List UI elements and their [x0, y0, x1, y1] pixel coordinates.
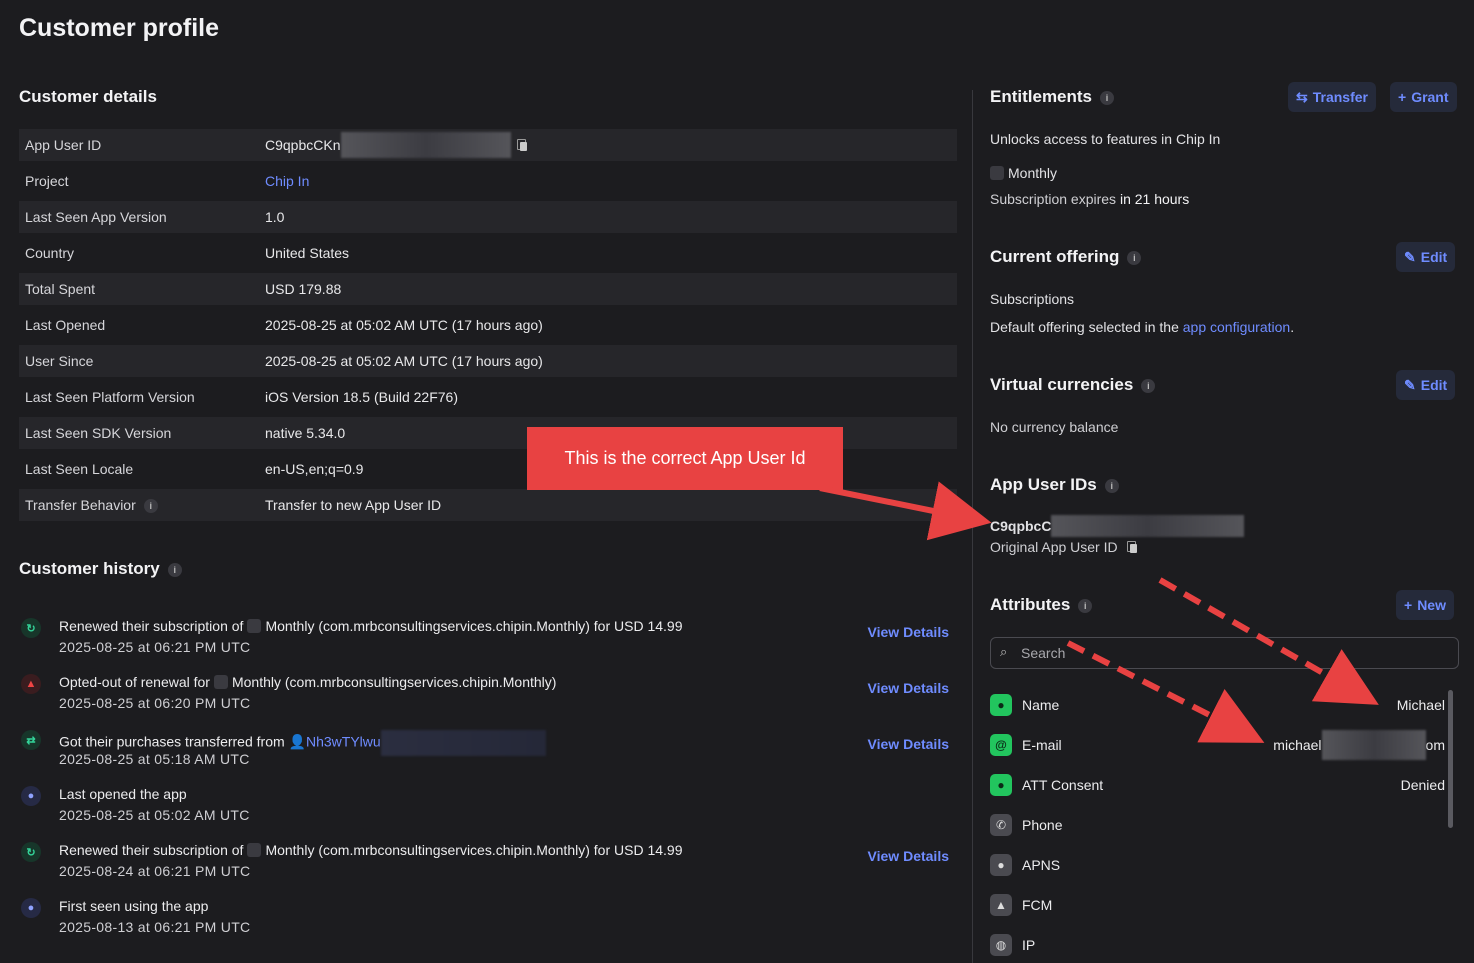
arrow-to-email [1066, 640, 1265, 743]
annotation-arrows [819, 481, 1379, 743]
arrow-to-name [1158, 577, 1379, 705]
arrow-to-app-user-id [819, 481, 992, 541]
